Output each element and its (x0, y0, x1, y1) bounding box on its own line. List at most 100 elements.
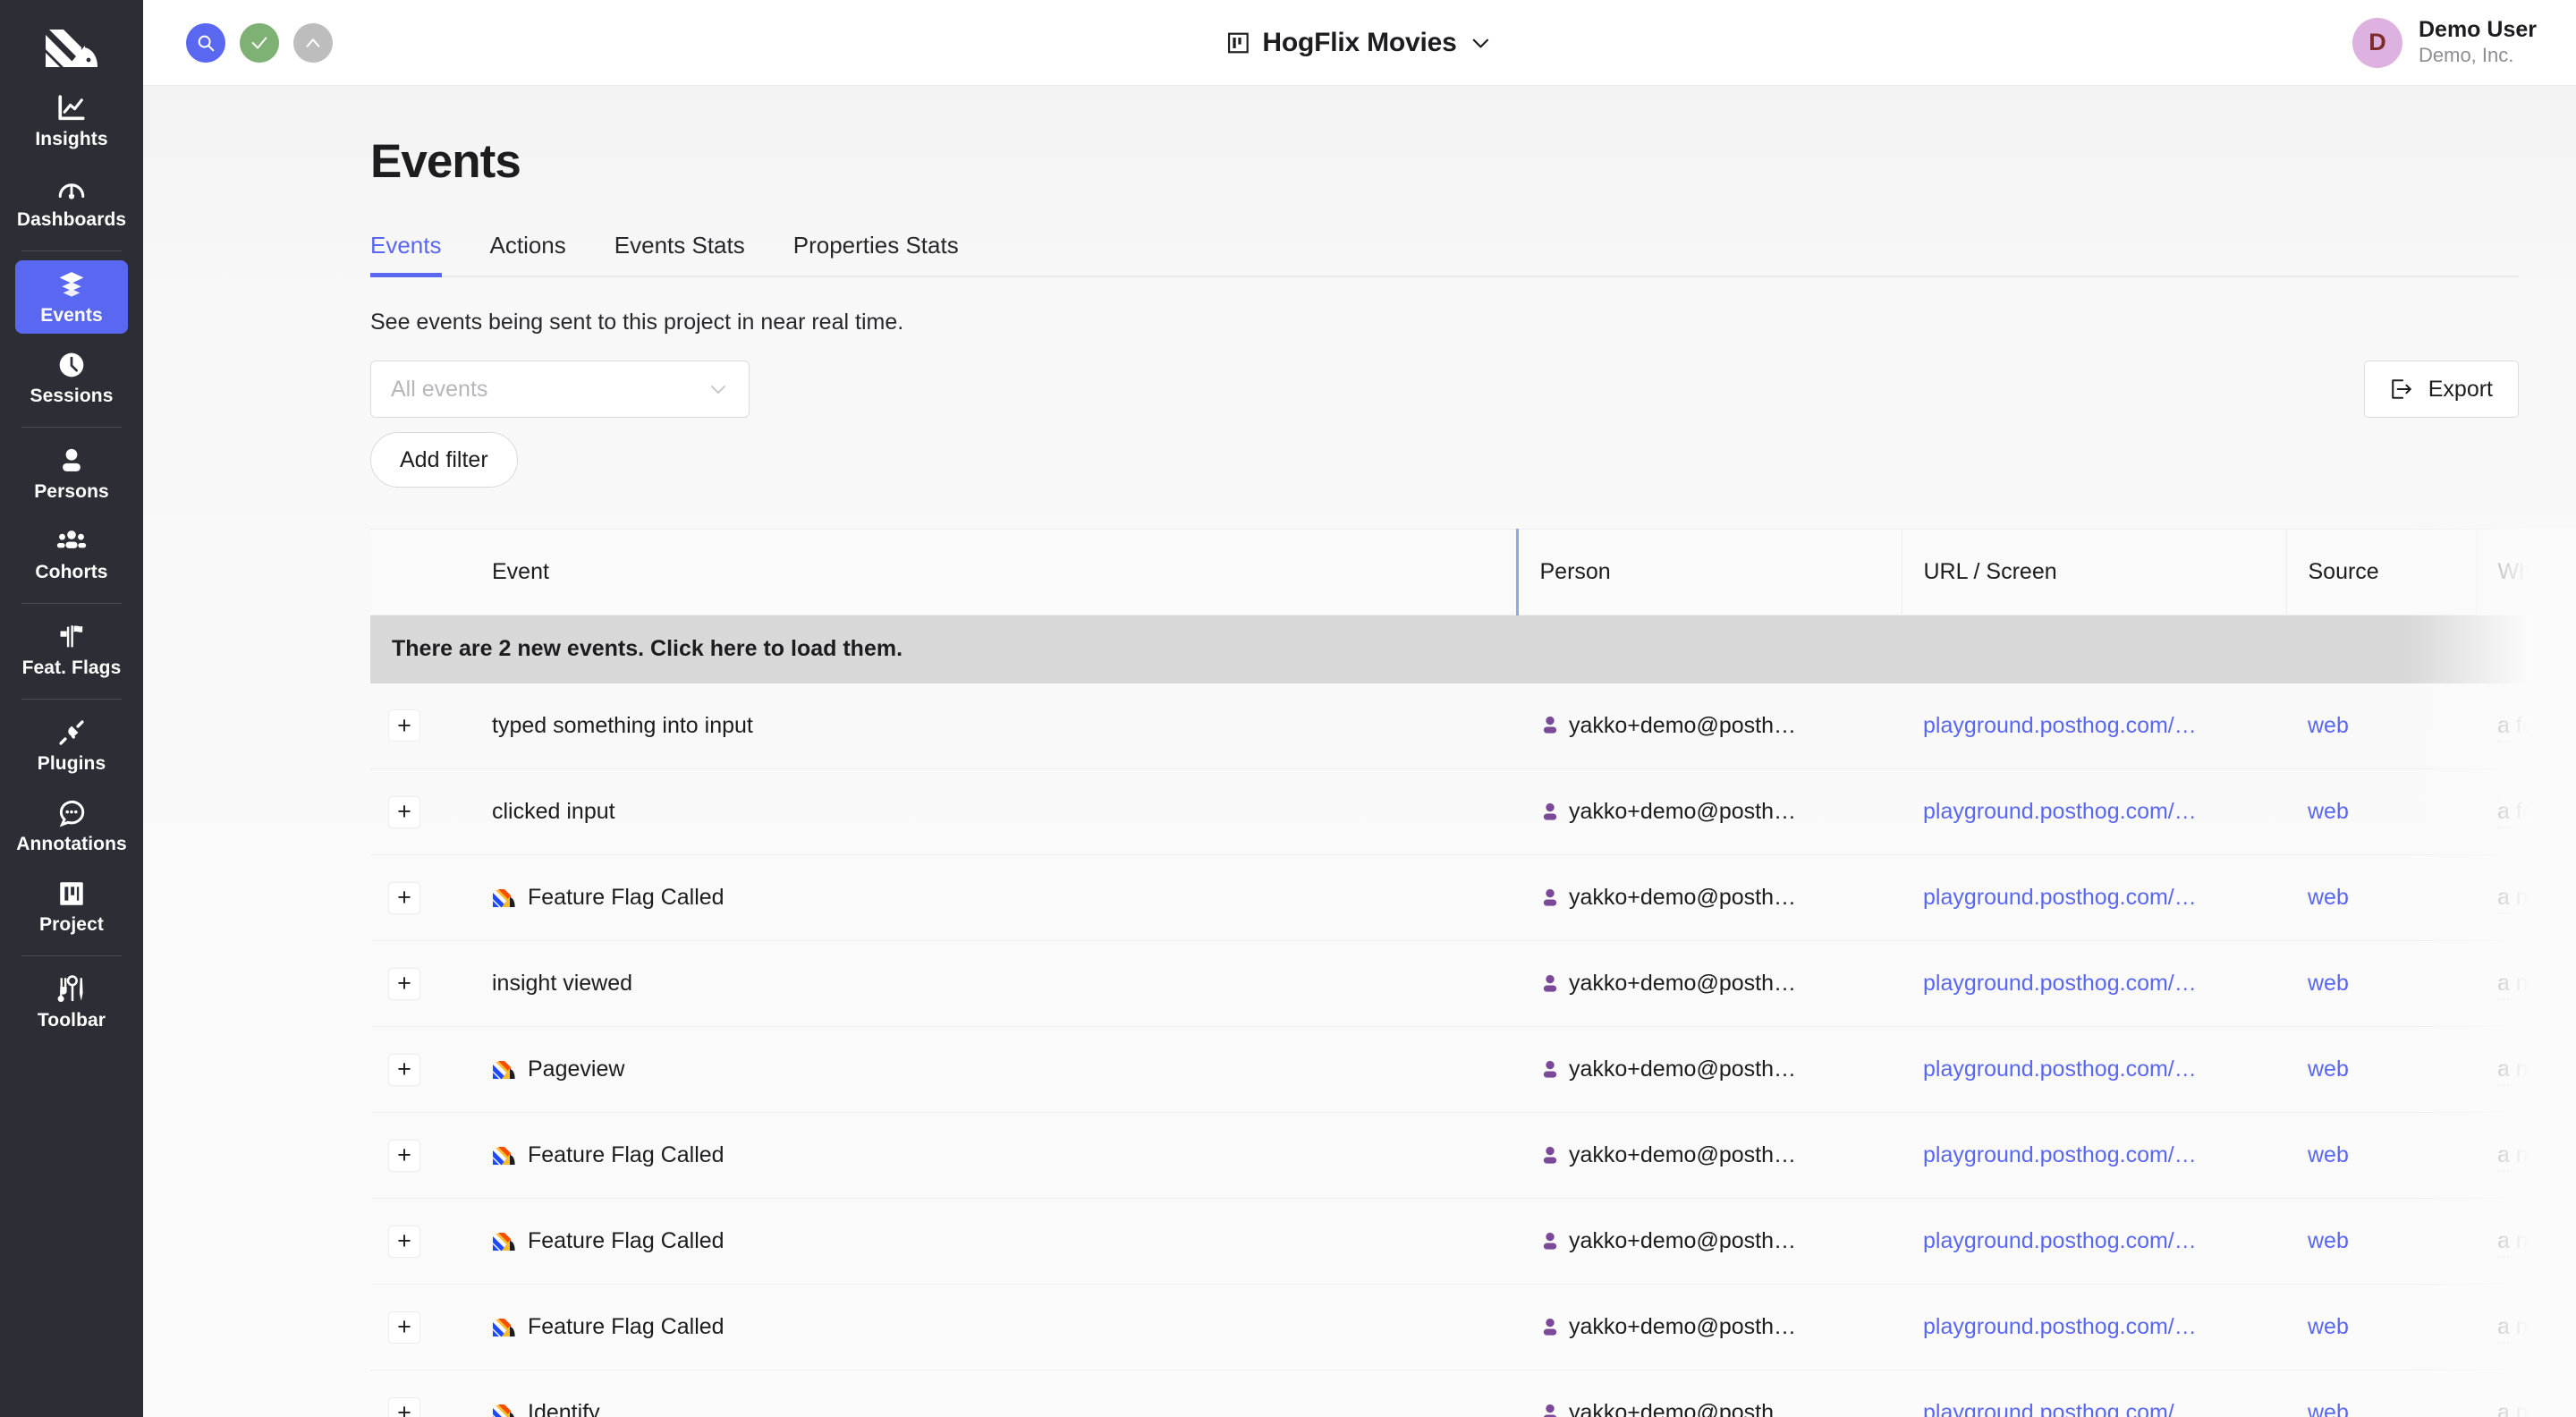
column-header-expand[interactable] (370, 529, 470, 615)
table-row[interactable]: + Feature Flag Called yakko+demo@posth… … (370, 1112, 2576, 1199)
url-link[interactable]: playground.posthog.com/… (1923, 799, 2197, 824)
row-source-cell[interactable]: web (2286, 768, 2476, 855)
event-type-select[interactable]: All events (370, 361, 750, 418)
row-person-cell[interactable]: yakko+demo@posth… (1517, 1198, 1902, 1285)
expand-row-button[interactable]: + (388, 967, 420, 1000)
sidebar-item-cohorts[interactable]: Cohorts (15, 517, 128, 590)
tab-events-stats[interactable]: Events Stats (614, 232, 745, 276)
row-url-cell[interactable]: playground.posthog.com/… (1902, 1198, 2286, 1285)
row-url-cell[interactable]: playground.posthog.com/… (1902, 854, 2286, 941)
row-source-cell[interactable]: web (2286, 683, 2476, 769)
table-row[interactable]: + Pageview yakko+demo@posth… playground.… (370, 1026, 2576, 1113)
url-link[interactable]: playground.posthog.com/… (1923, 1056, 2197, 1082)
row-source-cell[interactable]: web (2286, 1026, 2476, 1113)
row-url-cell[interactable]: playground.posthog.com/… (1902, 940, 2286, 1027)
url-link[interactable]: playground.posthog.com/… (1923, 713, 2197, 738)
expand-row-button[interactable]: + (388, 881, 420, 914)
sidebar-item-annotations[interactable]: Annotations (15, 789, 128, 862)
row-event-cell[interactable]: Feature Flag Called (470, 1112, 1517, 1199)
collapse-button[interactable] (293, 22, 333, 63)
column-header-person[interactable]: Person (1515, 529, 1902, 615)
row-person-cell[interactable]: yakko+demo@posth… (1517, 854, 1902, 941)
source-link[interactable]: web (2308, 1142, 2349, 1167)
table-row[interactable]: + insight viewed yakko+demo@posth… playg… (370, 940, 2576, 1027)
url-link[interactable]: playground.posthog.com/… (1923, 1228, 2197, 1253)
source-link[interactable]: web (2308, 885, 2349, 910)
row-source-cell[interactable]: web (2286, 1112, 2476, 1199)
source-link[interactable]: web (2308, 1228, 2349, 1253)
row-url-cell[interactable]: playground.posthog.com/… (1902, 1284, 2286, 1370)
sidebar-item-persons[interactable]: Persons (15, 437, 128, 510)
row-person-cell[interactable]: yakko+demo@posth… (1517, 940, 1902, 1027)
new-events-notice[interactable]: There are 2 new events. Click here to lo… (370, 615, 2576, 683)
row-event-cell[interactable]: typed something into input (470, 683, 1517, 769)
row-person-cell[interactable]: yakko+demo@posth… (1517, 768, 1902, 855)
row-person-cell[interactable]: yakko+demo@posth… (1517, 1370, 1902, 1417)
row-source-cell[interactable]: web (2286, 940, 2476, 1027)
user-menu[interactable]: D Demo User Demo, Inc. (2352, 17, 2576, 68)
row-url-cell[interactable]: playground.posthog.com/… (1902, 683, 2286, 769)
sidebar-item-dashboards[interactable]: Dashboards (15, 165, 128, 238)
sidebar-item-plugins[interactable]: Plugins (15, 708, 128, 782)
url-link[interactable]: playground.posthog.com/… (1923, 1142, 2197, 1167)
expand-row-button[interactable]: + (388, 709, 420, 742)
health-check-button[interactable] (240, 22, 279, 63)
new-events-notice-row[interactable]: There are 2 new events. Click here to lo… (370, 615, 2576, 683)
add-filter-button[interactable]: Add filter (370, 432, 518, 488)
source-link[interactable]: web (2308, 799, 2349, 824)
project-switcher[interactable]: HogFlix Movies (1226, 28, 1492, 58)
source-link[interactable]: web (2308, 971, 2349, 996)
row-url-cell[interactable]: playground.posthog.com/… (1902, 1026, 2286, 1113)
expand-row-button[interactable]: + (388, 795, 420, 828)
sidebar-item-sessions[interactable]: Sessions (15, 341, 128, 414)
row-source-cell[interactable]: web (2286, 1284, 2476, 1370)
row-person-cell[interactable]: yakko+demo@posth… (1517, 683, 1902, 769)
expand-row-button[interactable]: + (388, 1311, 420, 1344)
column-header-source[interactable]: Source (2285, 529, 2476, 615)
expand-row-button[interactable]: + (388, 1139, 420, 1172)
expand-row-button[interactable]: + (388, 1396, 420, 1417)
search-button[interactable] (186, 22, 225, 63)
row-url-cell[interactable]: playground.posthog.com/… (1902, 1112, 2286, 1199)
row-person-cell[interactable]: yakko+demo@posth… (1517, 1026, 1902, 1113)
tab-properties-stats[interactable]: Properties Stats (793, 232, 959, 276)
expand-row-button[interactable]: + (388, 1053, 420, 1086)
export-button[interactable]: Export (2363, 361, 2519, 418)
row-person-cell[interactable]: yakko+demo@posth… (1517, 1112, 1902, 1199)
column-header-url[interactable]: URL / Screen (1901, 529, 2286, 615)
tab-actions[interactable]: Actions (490, 232, 566, 276)
table-row[interactable]: + typed something into input yakko+demo@… (370, 683, 2576, 769)
row-source-cell[interactable]: web (2286, 1198, 2476, 1285)
posthog-logo[interactable] (0, 14, 143, 81)
column-header-event[interactable]: Event (470, 529, 1517, 615)
row-event-cell[interactable]: Feature Flag Called (470, 1198, 1517, 1285)
table-row[interactable]: + Feature Flag Called yakko+demo@posth… … (370, 1198, 2576, 1285)
sidebar-item-toolbar[interactable]: Toolbar (15, 965, 128, 1039)
row-url-cell[interactable]: playground.posthog.com/… (1902, 768, 2286, 855)
source-link[interactable]: web (2308, 1056, 2349, 1082)
table-row[interactable]: + Feature Flag Called yakko+demo@posth… … (370, 1284, 2576, 1370)
url-link[interactable]: playground.posthog.com/… (1923, 1400, 2197, 1417)
table-row[interactable]: + Feature Flag Called yakko+demo@posth… … (370, 854, 2576, 941)
row-event-cell[interactable]: clicked input (470, 768, 1517, 855)
sidebar-item-events[interactable]: Events (15, 260, 128, 334)
url-link[interactable]: playground.posthog.com/… (1923, 1314, 2197, 1339)
tab-events[interactable]: Events (370, 232, 442, 277)
column-header-when[interactable]: When (2475, 529, 2576, 615)
expand-row-button[interactable]: + (388, 1225, 420, 1258)
row-event-cell[interactable]: insight viewed (470, 940, 1517, 1027)
row-source-cell[interactable]: web (2286, 854, 2476, 941)
sidebar-item-insights[interactable]: Insights (15, 84, 128, 157)
row-source-cell[interactable]: web (2286, 1370, 2476, 1417)
row-event-cell[interactable]: Pageview (470, 1026, 1517, 1113)
row-url-cell[interactable]: playground.posthog.com/… (1902, 1370, 2286, 1417)
source-link[interactable]: web (2308, 1400, 2349, 1417)
url-link[interactable]: playground.posthog.com/… (1923, 971, 2197, 996)
source-link[interactable]: web (2308, 713, 2349, 738)
sidebar-item-feat-flags[interactable]: Feat. Flags (15, 613, 128, 686)
table-row[interactable]: + Identify yakko+demo@posth… playground.… (370, 1370, 2576, 1417)
source-link[interactable]: web (2308, 1314, 2349, 1339)
sidebar-item-project[interactable]: Project (15, 870, 128, 943)
row-person-cell[interactable]: yakko+demo@posth… (1517, 1284, 1902, 1370)
row-event-cell[interactable]: Identify (470, 1370, 1517, 1417)
